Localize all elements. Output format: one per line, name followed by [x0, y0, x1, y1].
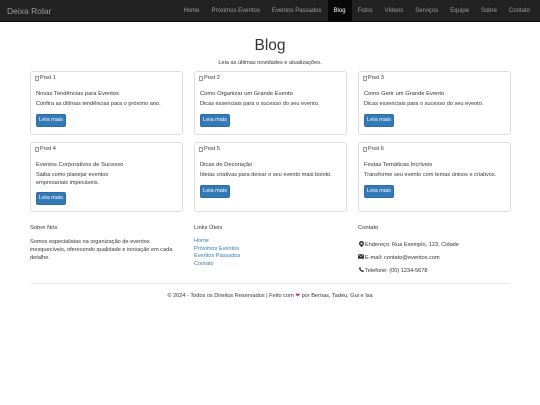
brand-logo[interactable]: Deixa Rolar — [7, 0, 51, 22]
read-more-button[interactable]: Leia mais — [200, 185, 230, 198]
post-image-alt: Post 6 — [368, 146, 384, 152]
broken-image-icon — [363, 75, 367, 81]
post-image: Post 1 — [35, 75, 56, 81]
post-excerpt: Saiba como planejar eventos empresariais… — [36, 172, 109, 186]
post-image-alt: Post 1 — [40, 75, 56, 81]
page-title: Blog — [254, 37, 286, 54]
post-excerpt: Dicas essenciais para o sucesso do seu e… — [364, 101, 484, 107]
broken-image-icon — [363, 146, 367, 152]
post-card: Post 1 Novas Tendências para Eventos Con… — [30, 71, 183, 135]
post-image-alt: Post 5 — [204, 146, 220, 152]
read-more-button[interactable]: Leia mais — [364, 114, 394, 127]
broken-image-icon — [199, 146, 203, 152]
read-more-button[interactable]: Leia mais — [36, 114, 66, 127]
copyright-prefix: © 2024 - Todos os Direitos Reservados | … — [167, 293, 294, 299]
post-title: Como Organizar um Grande Evento — [200, 91, 293, 97]
footer-link-upcoming-events[interactable]: Próximos Eventos — [194, 246, 344, 254]
contact-email-text: E-mail: contato@eventos.com — [365, 254, 440, 261]
post-excerpt: Ideias criativas para deixar o seu event… — [200, 172, 332, 178]
top-navbar: Deixa Rolar Home Próximos Eventos Evento… — [0, 0, 540, 22]
contact-address: Endereço: Rua Exemplo, 123, Cidade — [358, 238, 508, 251]
post-card: Post 4 Eventos Corporativos de Sucesso S… — [30, 142, 183, 212]
footer-about-text: Somos especialistas na organização de ev… — [30, 239, 173, 261]
heart-icon: ❤ — [295, 293, 300, 299]
post-image: Post 6 — [363, 146, 384, 152]
nav-item-about[interactable]: Sobre — [475, 0, 503, 22]
copyright: © 2024 - Todos os Direitos Reservados | … — [0, 293, 540, 299]
post-excerpt: Dicas essenciais para o sucesso do seu e… — [200, 101, 320, 107]
footer-link-contact[interactable]: Contato — [194, 261, 344, 269]
map-marker-icon — [358, 240, 364, 249]
nav-item-contact[interactable]: Contato — [503, 0, 536, 22]
nav-item-blog[interactable]: Blog — [327, 0, 352, 22]
post-excerpt: Transforme seu evento com temas únicos e… — [364, 172, 497, 178]
nav-item-home[interactable]: Home — [177, 0, 205, 22]
broken-image-icon — [35, 146, 39, 152]
post-title: Eventos Corporativos de Sucesso — [36, 162, 124, 168]
post-card: Post 3 Como Gerir um Grande Evento Dicas… — [358, 71, 511, 135]
footer-contact: Contato Endereço: Rua Exemplo, 123, Cida… — [357, 225, 508, 277]
post-image-alt: Post 4 — [40, 146, 56, 152]
post-image-alt: Post 3 — [368, 75, 384, 81]
post-card: Post 6 Festas Temáticas Incríveis Transf… — [358, 142, 511, 212]
nav-item-past-events[interactable]: Eventos Passados — [266, 0, 328, 22]
read-more-button[interactable]: Leia mais — [36, 192, 66, 205]
post-image: Post 5 — [199, 146, 220, 152]
nav-item-services[interactable]: Serviços — [409, 0, 444, 22]
footer-divider — [31, 283, 509, 284]
footer-about: Sobre Nós Somos especialistas na organiz… — [30, 225, 180, 262]
contact-address-text: Endereço: Rua Exemplo, 123, Cidade — [365, 241, 459, 248]
footer-link-home[interactable]: Home — [194, 238, 344, 246]
phone-icon — [358, 267, 364, 274]
post-title: Dicas de Decoração — [200, 162, 253, 168]
broken-image-icon — [35, 75, 39, 81]
nav-item-videos[interactable]: Vídeos — [379, 0, 410, 22]
page-subtitle: Leia as últimas novidades e atualizações… — [218, 60, 322, 66]
post-title: Festas Temáticas Incríveis — [364, 162, 433, 168]
contact-phone-text: Telefone: (00) 1234-5678 — [365, 267, 428, 274]
read-more-button[interactable]: Leia mais — [364, 185, 394, 198]
post-image: Post 2 — [199, 75, 220, 81]
footer-links: Links Úteis Home Próximos Eventos Evento… — [194, 225, 344, 268]
broken-image-icon — [199, 75, 203, 81]
post-card: Post 2 Como Organizar um Grande Evento D… — [194, 71, 347, 135]
contact-phone: Telefone: (00) 1234-5678 — [358, 264, 508, 277]
envelope-icon — [357, 254, 365, 261]
nav-item-upcoming-events[interactable]: Próximos Eventos — [205, 0, 265, 22]
nav-item-photos[interactable]: Fotos — [352, 0, 379, 22]
copyright-suffix: por Bernas, Tadeu, Gui e Isa — [301, 293, 373, 299]
nav-item-team[interactable]: Equipe — [444, 0, 475, 22]
footer-contact-heading: Contato — [358, 225, 379, 231]
post-image: Post 4 — [35, 146, 56, 152]
post-title: Como Gerir um Grande Evento — [364, 91, 445, 97]
post-title: Novas Tendências para Eventos — [36, 91, 120, 97]
footer-link-past-events[interactable]: Eventos Passados — [194, 253, 344, 261]
post-image-alt: Post 2 — [204, 75, 220, 81]
post-excerpt: Confira as últimas tendências para o pró… — [36, 101, 161, 107]
post-image: Post 3 — [363, 75, 384, 81]
footer-links-heading: Links Úteis — [194, 225, 223, 231]
post-card: Post 5 Dicas de Decoração Ideias criativ… — [194, 142, 347, 212]
contact-email: E-mail: contato@eventos.com — [357, 251, 508, 264]
nav-menu: Home Próximos Eventos Eventos Passados B… — [177, 0, 536, 22]
footer-about-heading: Sobre Nós — [30, 225, 58, 231]
read-more-button[interactable]: Leia mais — [200, 114, 230, 127]
